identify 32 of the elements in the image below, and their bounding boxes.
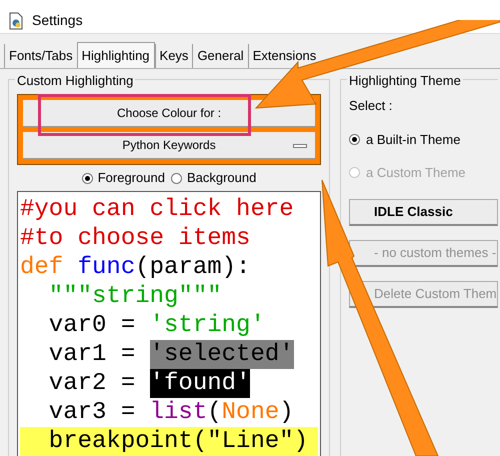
code-text: breakpoint("Line") <box>20 427 318 456</box>
dropdown-indicator-icon <box>293 144 308 148</box>
radio-label: Background <box>186 169 256 188</box>
radio-button[interactable] <box>170 172 182 184</box>
code-text: None <box>222 398 280 427</box>
code-text: """string""" <box>48 282 222 311</box>
code-text: list <box>150 398 208 427</box>
code-text: #you can click here <box>20 195 294 224</box>
choose-colour-button[interactable]: Choose Colour for : <box>23 100 316 127</box>
code-text: ) <box>279 398 294 427</box>
code-text: 'selected' <box>150 340 294 369</box>
code-text: (param): <box>135 253 250 282</box>
code-text: #to choose items <box>20 224 250 253</box>
radio-button[interactable] <box>82 172 93 184</box>
select-label: Select : <box>349 97 394 115</box>
radio-label: Foreground <box>98 169 165 188</box>
tab[interactable]: Highlighting <box>76 42 155 68</box>
theme-button[interactable]: IDLE Classic <box>349 198 498 226</box>
code-text: 'found' <box>150 369 250 398</box>
element-dropdown[interactable]: Python Keywords <box>23 132 316 159</box>
code-text: func <box>76 253 136 282</box>
radio-label: a Built-in Theme <box>366 130 460 148</box>
code-text: var1 = <box>48 340 136 369</box>
radio-button[interactable] <box>349 134 360 145</box>
radio-label: a Custom Theme <box>366 164 466 182</box>
code-text: var3 = <box>48 398 136 427</box>
code-text: 'string' <box>150 311 265 340</box>
code-text: def <box>20 253 64 282</box>
code-text: var0 = <box>48 311 136 340</box>
code-text: var2 = <box>48 369 136 398</box>
window-title: Settings <box>32 11 83 30</box>
code-text: ( <box>207 398 222 427</box>
